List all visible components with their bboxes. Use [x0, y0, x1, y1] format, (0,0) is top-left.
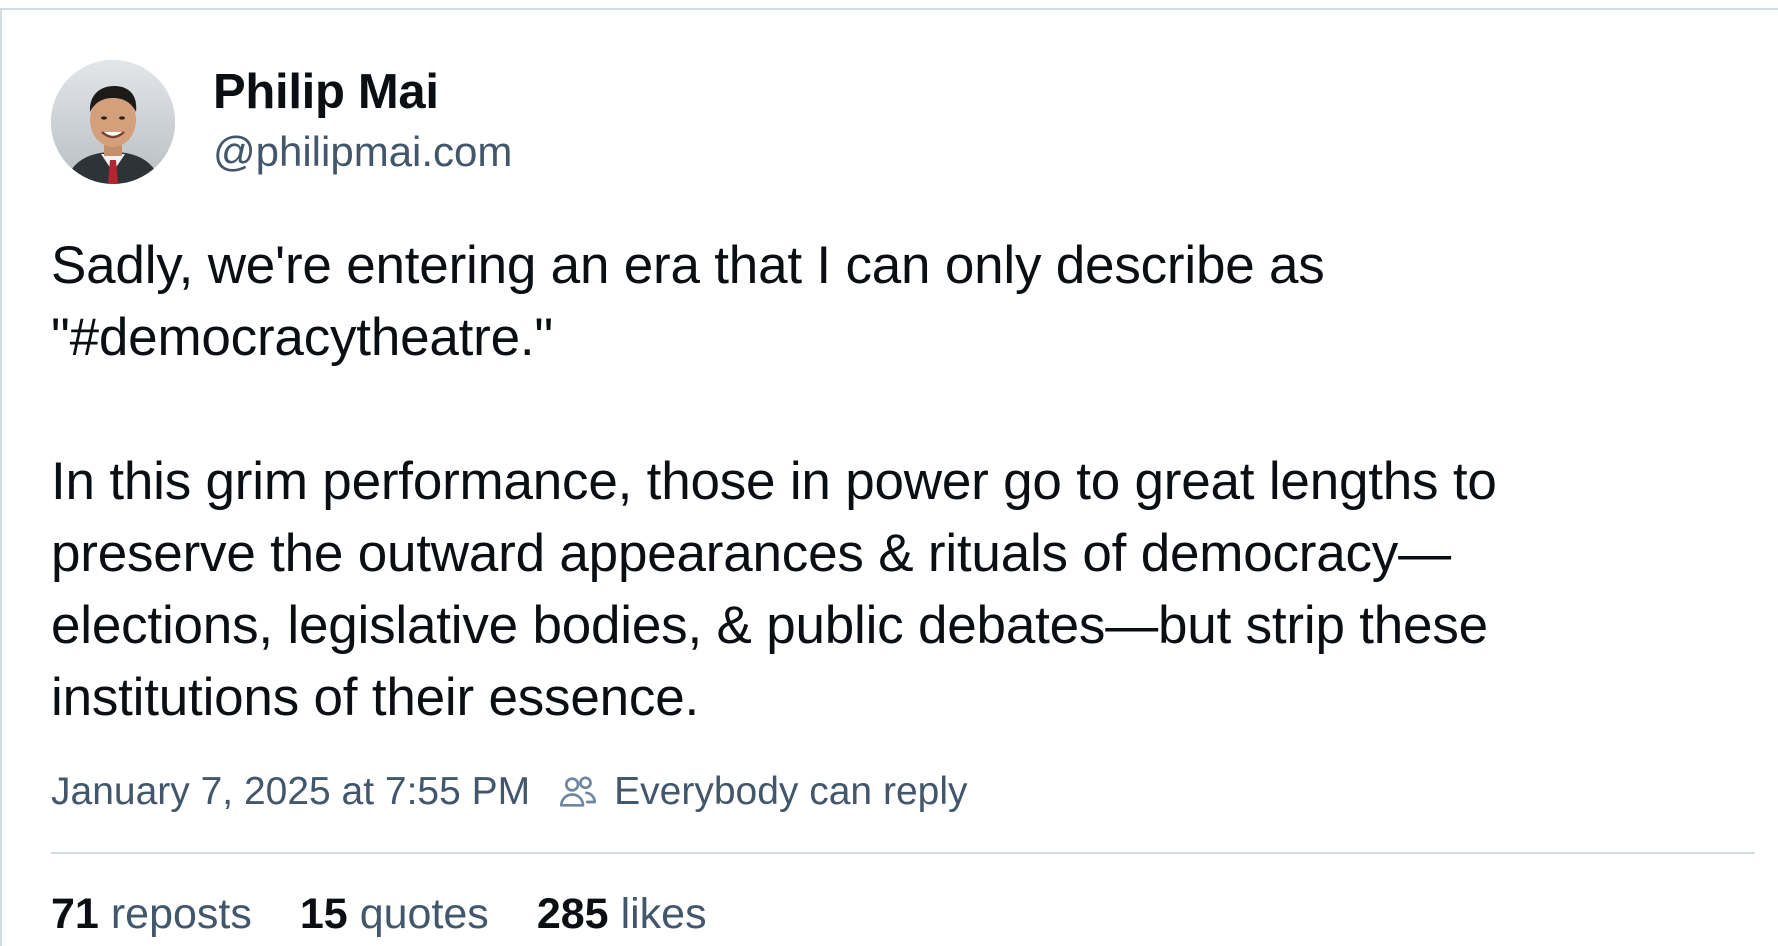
author-handle[interactable]: @philipmai.com: [213, 122, 512, 182]
people-icon: [558, 770, 602, 814]
post-body: Sadly, we're entering an era that I can …: [51, 230, 1741, 734]
likes-stat[interactable]: 285 likes: [537, 890, 707, 939]
post-thread-view: Philip Mai @philipmai.com Sadly, we're e…: [0, 8, 1778, 946]
reposts-stat[interactable]: 71 reposts: [51, 890, 252, 939]
avatar[interactable]: [51, 60, 175, 184]
reply-setting-label[interactable]: Everybody can reply: [614, 770, 967, 814]
divider: [51, 852, 1755, 854]
quotes-label: quotes: [359, 889, 489, 938]
post-timestamp[interactable]: January 7, 2025 at 7:55 PM: [51, 770, 530, 814]
quotes-count: 15: [299, 889, 348, 938]
post-stats: 71 reposts 15 quotes 285 likes: [51, 884, 755, 944]
likes-count: 285: [536, 889, 609, 938]
post-paragraph: In this grim performance, those in power…: [51, 452, 1497, 727]
post-paragraph: Sadly, we're entering an era that I can …: [51, 236, 1325, 367]
reposts-count: 71: [51, 889, 99, 938]
author-display-name[interactable]: Philip Mai: [213, 62, 512, 122]
likes-label: likes: [620, 889, 707, 938]
author-info: Philip Mai @philipmai.com: [213, 62, 512, 182]
post-meta: January 7, 2025 at 7:55 PM Everybody can…: [51, 762, 967, 822]
user-avatar-photo-icon: [51, 60, 175, 184]
reposts-label: reposts: [110, 889, 252, 938]
post-header: Philip Mai @philipmai.com: [51, 60, 512, 184]
quotes-stat[interactable]: 15 quotes: [300, 890, 489, 939]
